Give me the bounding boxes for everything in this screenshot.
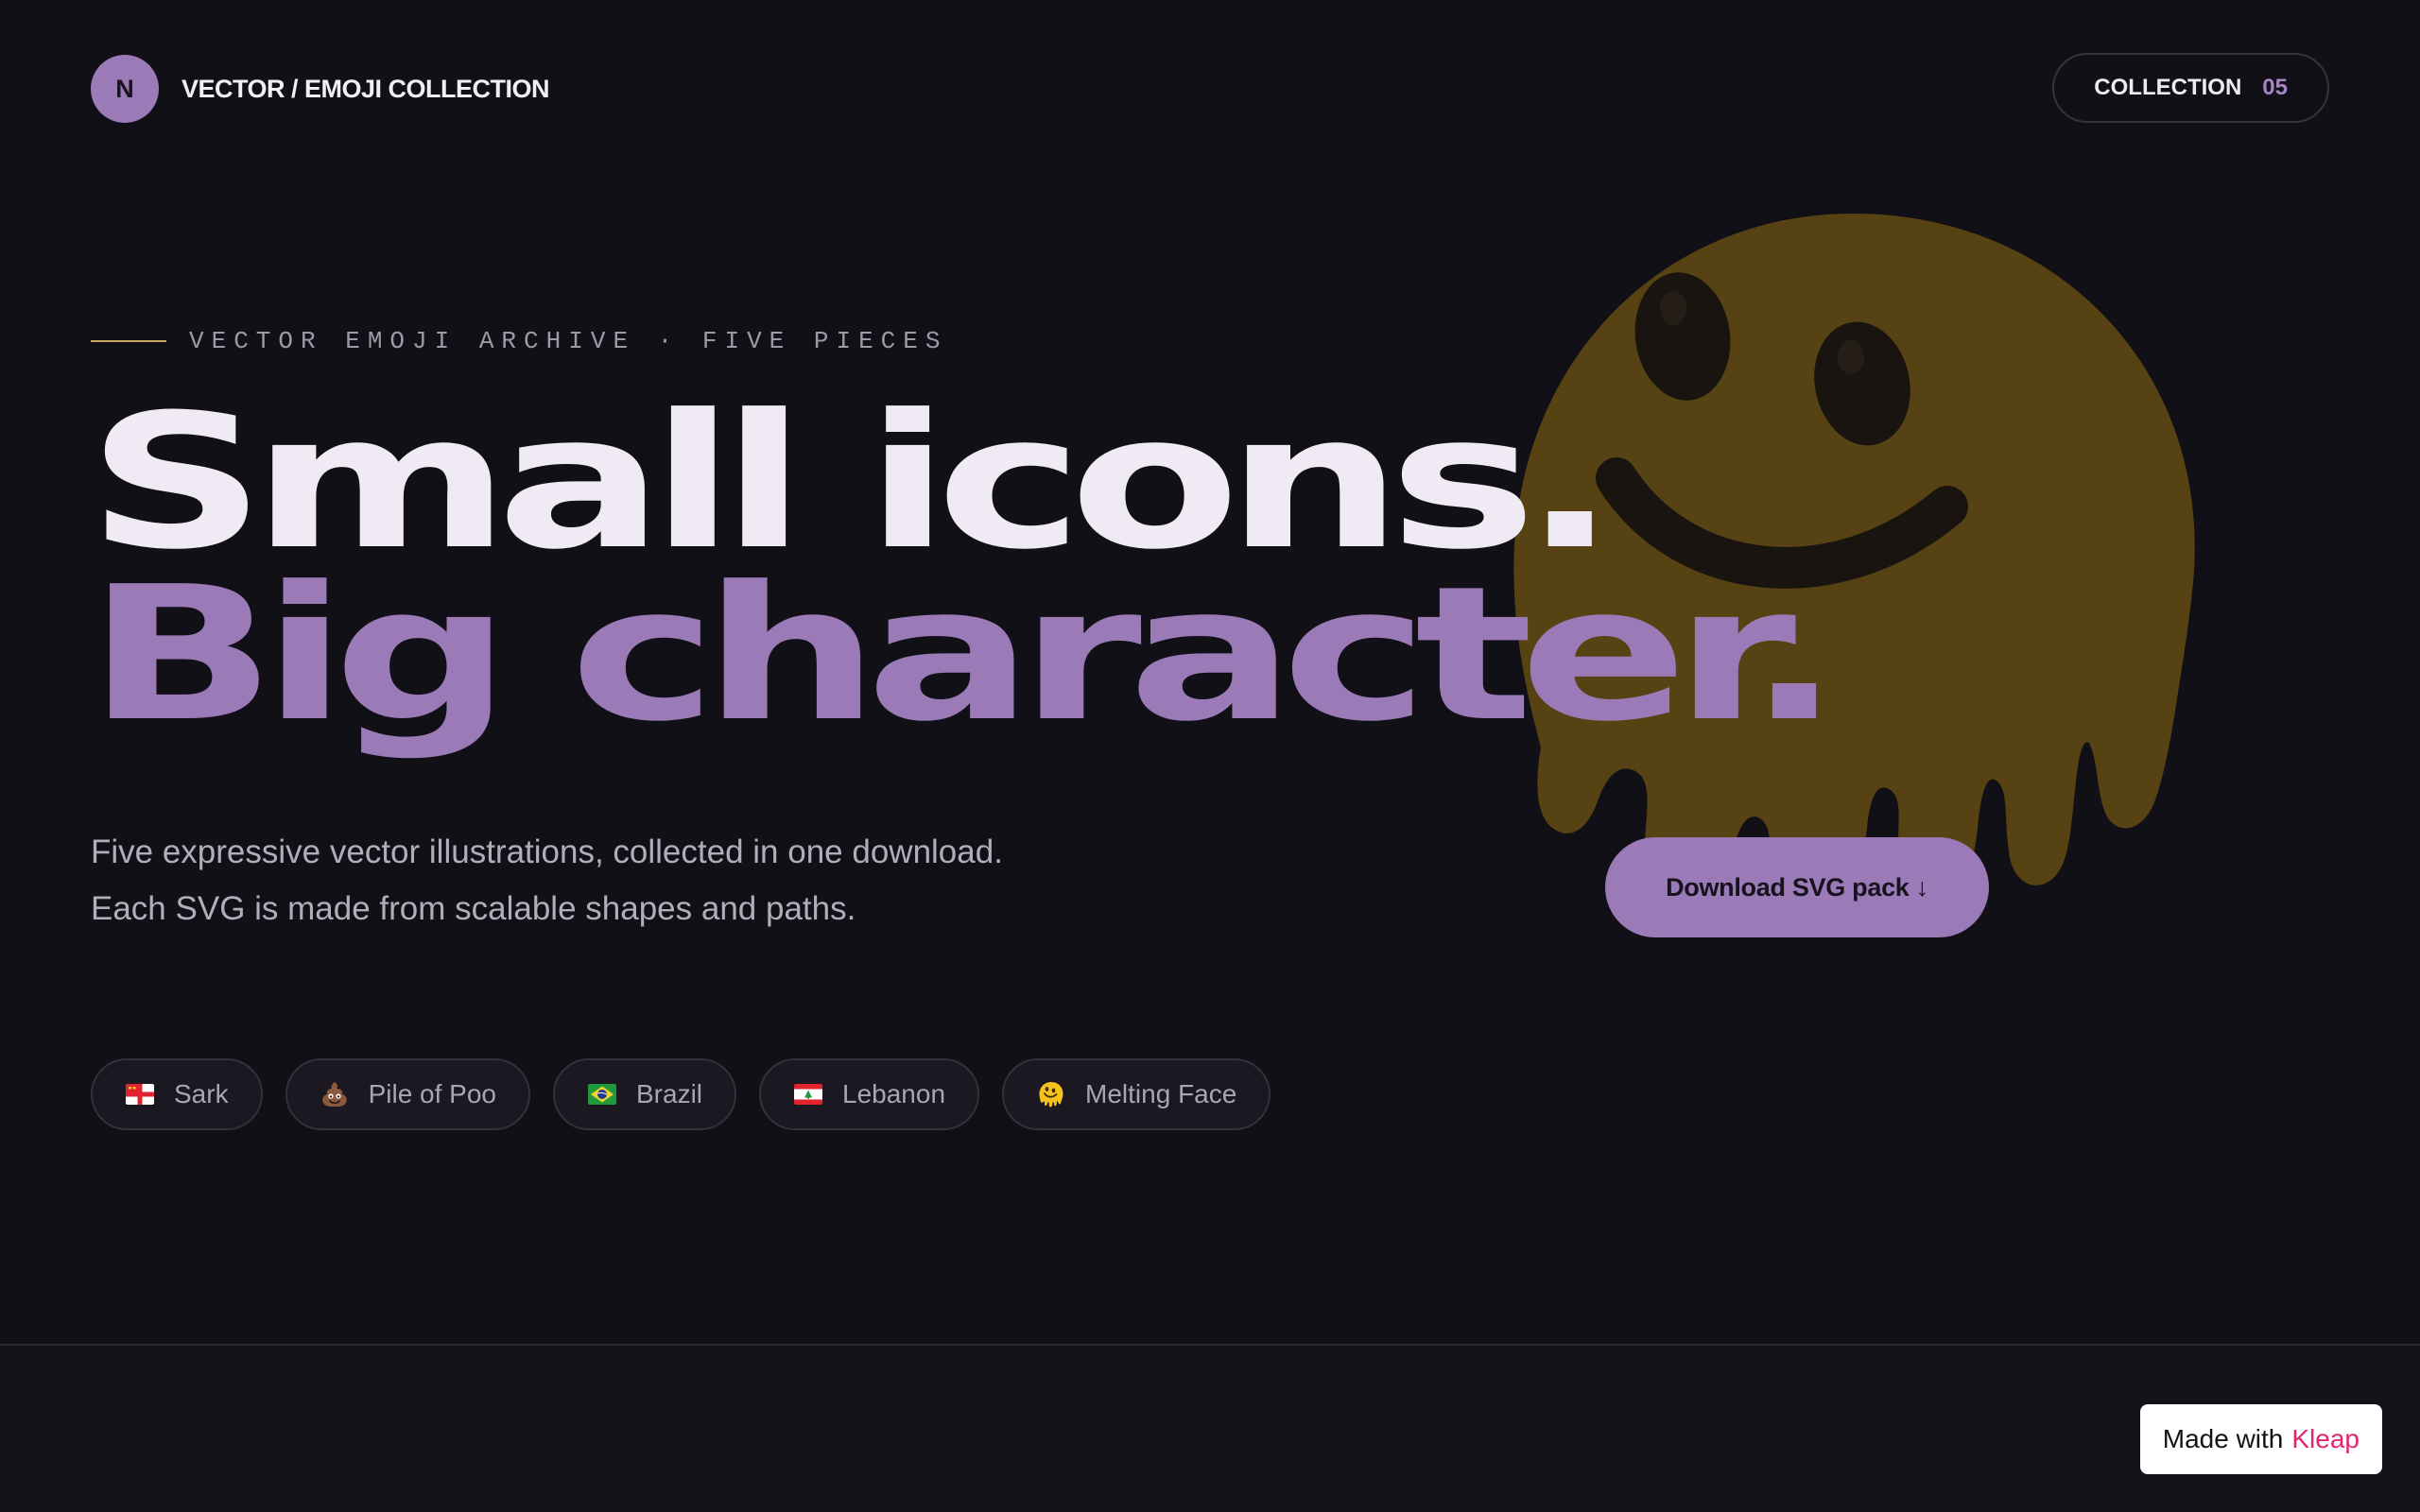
description-line-1: Five expressive vector illustrations, co…: [91, 833, 1003, 870]
badge-brand: Kleap: [2291, 1424, 2360, 1453]
hero-eyebrow: VECTOR EMOJI ARCHIVE · FIVE PIECES: [91, 327, 948, 355]
hero-description: Five expressive vector illustrations, co…: [91, 824, 1225, 937]
tag-brazil[interactable]: Brazil: [553, 1058, 737, 1130]
download-svg-pack-button[interactable]: Download SVG pack ↓: [1605, 837, 1989, 937]
description-line-2: Each SVG is made from scalable shapes an…: [91, 890, 856, 927]
emoji-tag-list: Sark Pile of Poo Brazil Lebanon Melting …: [91, 1058, 1271, 1130]
tag-label: Pile of Poo: [368, 1079, 496, 1108]
tag-label: Melting Face: [1085, 1079, 1237, 1108]
headline-line-1: Small icons.: [87, 375, 1617, 591]
tag-label: Brazil: [636, 1079, 703, 1108]
hero-headline: Small icons. Big character.: [87, 375, 1841, 763]
landing-page: N VECTOR / EMOJI COLLECTION COLLECTION 0…: [0, 0, 2420, 1512]
headline-line-2: Big character.: [87, 547, 1841, 763]
eyebrow-text: VECTOR EMOJI ARCHIVE · FIVE PIECES: [189, 327, 948, 355]
footer-band: [0, 1346, 2420, 1512]
collection-label: COLLECTION: [2094, 75, 2242, 100]
brazil-flag-icon: [587, 1079, 617, 1109]
collection-count: 05: [2262, 75, 2288, 100]
tag-pile-of-poo[interactable]: Pile of Poo: [285, 1058, 530, 1130]
pile-of-poo-icon: [320, 1079, 350, 1109]
brand[interactable]: N VECTOR / EMOJI COLLECTION: [91, 55, 550, 123]
brand-name: VECTOR / EMOJI COLLECTION: [182, 74, 550, 103]
brand-logo: N: [91, 55, 159, 123]
tag-label: Sark: [174, 1079, 229, 1108]
melting-face-icon: [1036, 1079, 1066, 1109]
made-with-kleap-badge[interactable]: Made with Kleap: [2139, 1404, 2382, 1474]
tag-lebanon[interactable]: Lebanon: [759, 1058, 980, 1130]
eyebrow-rule: [91, 340, 166, 342]
collection-counter[interactable]: COLLECTION 05: [2052, 53, 2329, 123]
tag-label: Lebanon: [842, 1079, 946, 1108]
lebanon-flag-icon: [793, 1079, 823, 1109]
badge-prefix: Made with: [2162, 1424, 2284, 1453]
tag-melting-face[interactable]: Melting Face: [1002, 1058, 1271, 1130]
sark-flag-icon: [125, 1079, 155, 1109]
tag-sark[interactable]: Sark: [91, 1058, 263, 1130]
